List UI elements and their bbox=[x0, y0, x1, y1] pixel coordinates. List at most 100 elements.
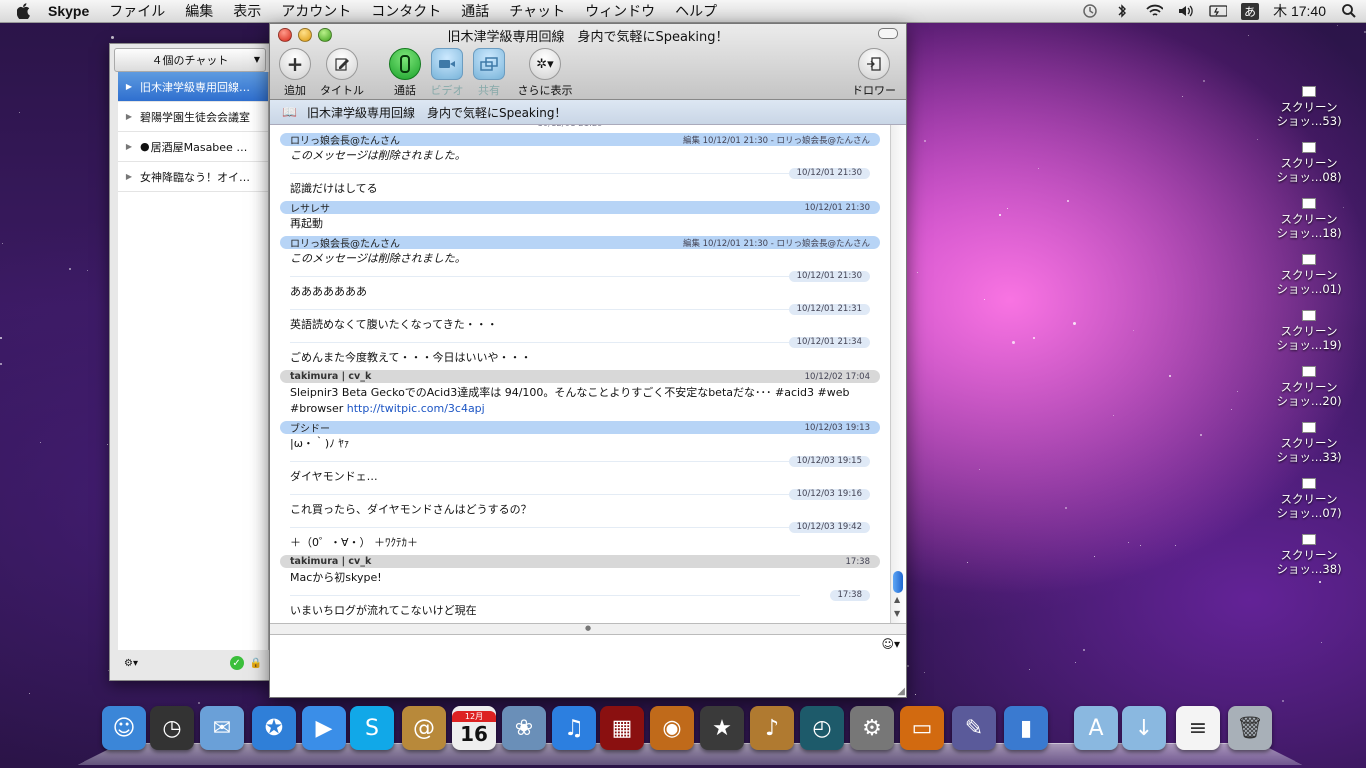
finder-icon[interactable]: ☺ bbox=[102, 706, 146, 750]
menu-app-name[interactable]: Skype bbox=[48, 3, 89, 19]
photo-booth-icon[interactable]: ◉ bbox=[650, 706, 694, 750]
ichat-icon[interactable]: ▶ bbox=[302, 706, 346, 750]
sender-name[interactable]: ブシドー bbox=[290, 420, 330, 435]
document-icon[interactable]: ≡ bbox=[1176, 706, 1220, 750]
desktop-screenshot-file[interactable]: スクリーン ショッ…20) bbox=[1266, 366, 1352, 408]
spotlight-search-icon[interactable] bbox=[1340, 3, 1358, 19]
star bbox=[915, 694, 916, 695]
chat-list-item[interactable]: ▶ 旧木津学級専用回線… bbox=[118, 72, 268, 102]
sender-name[interactable]: takimura | cv_k bbox=[290, 556, 371, 567]
emoticon-icon[interactable]: ☺▾ bbox=[881, 637, 900, 651]
desktop-screenshot-file[interactable]: スクリーン ショッ…18) bbox=[1266, 198, 1352, 240]
menu-file[interactable]: ファイル bbox=[109, 1, 165, 21]
title-button[interactable]: タイトル bbox=[314, 48, 370, 98]
keynote-icon[interactable]: ▭ bbox=[900, 706, 944, 750]
desktop-screenshot-file[interactable]: スクリーン ショッ…38) bbox=[1266, 534, 1352, 576]
more-button[interactable]: ✲▾ さらに表示 bbox=[515, 48, 575, 98]
chat-count-dropdown[interactable]: ４個のチャット ▼ bbox=[114, 48, 266, 72]
toolbar-toggle-button[interactable] bbox=[878, 28, 898, 39]
sender-name[interactable]: takimura | cv_k bbox=[290, 371, 371, 382]
volume-icon[interactable] bbox=[1177, 3, 1195, 19]
iphoto-icon[interactable]: ❀ bbox=[502, 706, 546, 750]
gear-icon[interactable]: ⚙▾ bbox=[124, 658, 138, 669]
file-name-line2: ショッ…18) bbox=[1276, 226, 1342, 240]
message-timestamp: 10/12/03 19:16 bbox=[788, 489, 870, 500]
star bbox=[1248, 35, 1249, 36]
share-button[interactable]: 共有 bbox=[461, 48, 517, 98]
menu-account[interactable]: アカウント bbox=[281, 1, 351, 21]
downloads-folder-icon[interactable]: ↓ bbox=[1122, 706, 1166, 750]
file-name-line1: スクリーン bbox=[1280, 100, 1338, 114]
star bbox=[87, 270, 88, 271]
message-scrollbar[interactable]: ▲ ▼ bbox=[890, 125, 906, 623]
chat-list-item[interactable]: ▶ ● 居酒屋Masabee … bbox=[118, 132, 268, 162]
system-preferences-icon[interactable]: ⚙ bbox=[850, 706, 894, 750]
iweb-icon[interactable]: ✎ bbox=[952, 706, 996, 750]
split-divider[interactable]: ● bbox=[270, 623, 906, 635]
message-history: 10/12/01 21:29 ロリっ娘会長@たんさん編集 10/12/01 21… bbox=[270, 125, 890, 623]
sender-name[interactable]: レサレサ bbox=[290, 200, 330, 215]
disclosure-triangle-icon[interactable]: ▶ bbox=[118, 172, 140, 181]
skype-icon[interactable]: S bbox=[350, 706, 394, 750]
scrollbar-thumb[interactable] bbox=[893, 571, 903, 593]
dashboard-icon[interactable]: ◷ bbox=[150, 706, 194, 750]
safari-icon[interactable]: ✪ bbox=[252, 706, 296, 750]
drawer-button-label: ドロワー bbox=[852, 84, 896, 97]
message-separator: 17:38 bbox=[290, 590, 870, 601]
chat-list-item[interactable]: ▶ 女神降臨なう！オイ… bbox=[118, 162, 268, 192]
address-book-icon[interactable]: @ bbox=[402, 706, 446, 750]
bluetooth-icon[interactable] bbox=[1113, 3, 1131, 19]
star bbox=[1140, 545, 1141, 546]
itunes-icon[interactable]: ♫ bbox=[552, 706, 596, 750]
front-row-icon[interactable]: ▦ bbox=[600, 706, 644, 750]
garageband-icon[interactable]: ♪ bbox=[750, 706, 794, 750]
desktop-screenshot-file[interactable]: スクリーン ショッ…33) bbox=[1266, 422, 1352, 464]
trash-icon[interactable]: 🗑 bbox=[1228, 706, 1272, 750]
menu-edit[interactable]: 編集 bbox=[185, 1, 213, 21]
desktop-screenshot-file[interactable]: スクリーン ショッ…08) bbox=[1266, 142, 1352, 184]
numbers-icon[interactable]: ▮ bbox=[1004, 706, 1048, 750]
desktop-screenshot-file[interactable]: スクリーン ショッ…53) bbox=[1266, 86, 1352, 128]
time-machine-icon[interactable]: ◴ bbox=[800, 706, 844, 750]
scroll-down-icon[interactable]: ▼ bbox=[894, 609, 900, 618]
input-method-indicator[interactable]: あ bbox=[1241, 2, 1260, 20]
message-list: ロリっ娘会長@たんさん 編集 10/12/01 21:30 - ロリっ娘会長@たん… bbox=[270, 133, 890, 623]
sender-name[interactable]: ロリっ娘会長@たんさん bbox=[290, 132, 400, 147]
drawer-button[interactable]: ドロワー bbox=[846, 48, 902, 98]
imovie-icon[interactable]: ★ bbox=[700, 706, 744, 750]
menu-help[interactable]: ヘルプ bbox=[675, 1, 717, 21]
time-machine-status-icon[interactable] bbox=[1081, 3, 1099, 19]
disclosure-triangle-icon[interactable]: ▶ bbox=[118, 82, 140, 91]
online-status-icon[interactable]: ✓ bbox=[229, 656, 244, 670]
drawer-icon bbox=[858, 48, 890, 80]
message-link[interactable]: http://twitpic.com/3c4apj bbox=[347, 402, 485, 415]
menu-window[interactable]: ウィンドウ bbox=[585, 1, 655, 21]
resize-grip-icon[interactable]: ◢ bbox=[897, 686, 905, 697]
apple-menu-icon[interactable] bbox=[14, 2, 34, 20]
ical-icon[interactable]: 12月 16 bbox=[452, 706, 496, 750]
disclosure-triangle-icon[interactable]: ▶ bbox=[118, 112, 140, 121]
menu-clock[interactable]: 木 17:40 bbox=[1273, 1, 1326, 21]
menu-contacts[interactable]: コンタクト bbox=[371, 1, 441, 21]
mail-icon[interactable]: ✉ bbox=[200, 706, 244, 750]
message-text: |ω・｀)ﾉ ﾔｧ bbox=[290, 437, 350, 450]
menu-chat[interactable]: チャット bbox=[509, 1, 565, 21]
sender-name[interactable]: ロリっ娘会長@たんさん bbox=[290, 235, 400, 250]
wifi-icon[interactable] bbox=[1145, 3, 1164, 19]
message-separator: 10/12/03 19:15 bbox=[290, 456, 870, 467]
menu-view[interactable]: 表示 bbox=[233, 1, 261, 21]
chat-list-item[interactable]: ▶ 碧陽学園生徒会会議室 bbox=[118, 102, 268, 132]
desktop-screenshot-file[interactable]: スクリーン ショッ…01) bbox=[1266, 254, 1352, 296]
message-text: Macから初skype! bbox=[290, 571, 382, 584]
desktop-screenshot-file[interactable]: スクリーン ショッ…19) bbox=[1266, 310, 1352, 352]
desktop-screenshot-file[interactable]: スクリーン ショッ…07) bbox=[1266, 478, 1352, 520]
applications-folder-icon[interactable]: A bbox=[1074, 706, 1118, 750]
star bbox=[1231, 409, 1232, 410]
battery-icon[interactable] bbox=[1209, 3, 1228, 19]
message-input[interactable]: ☺▾ ◢ bbox=[270, 635, 906, 697]
disclosure-triangle-icon[interactable]: ▶ bbox=[118, 142, 140, 151]
message-separator: 10/12/01 21:30 bbox=[290, 271, 870, 282]
lock-icon[interactable]: 🔒 bbox=[250, 658, 262, 669]
menu-call[interactable]: 通話 bbox=[461, 1, 489, 21]
scroll-up-icon[interactable]: ▲ bbox=[894, 595, 900, 604]
